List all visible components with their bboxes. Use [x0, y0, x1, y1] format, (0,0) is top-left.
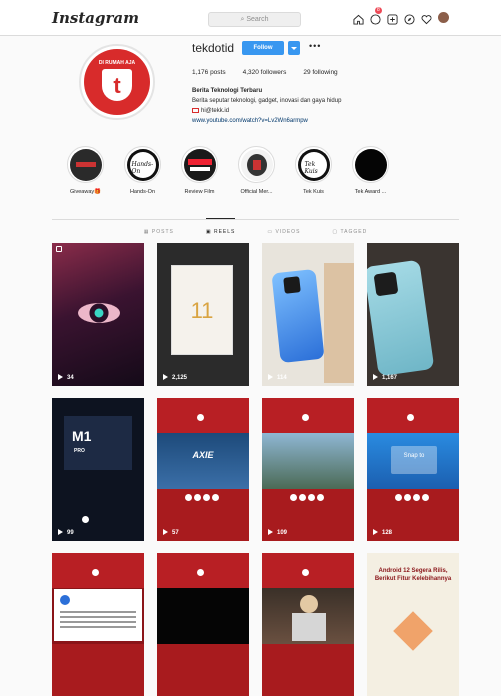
posts-count: 1,176 posts	[192, 69, 226, 76]
reel-tile[interactable]: 11 2,125	[157, 243, 249, 386]
heart-icon[interactable]	[421, 12, 432, 25]
reel-view-count: 109	[268, 529, 287, 536]
profile-stats: 1,176 posts 4,320 followers 29 following	[192, 69, 338, 76]
top-navbar: Instagram ⌕ Search 8	[0, 0, 501, 36]
tab-posts[interactable]: ▦ POSTS	[144, 219, 174, 241]
reel-tile[interactable]: AXIE 57	[157, 398, 249, 541]
reel-view-count: 2,125	[163, 374, 187, 381]
android-title-text: Android 12 Segera Rilis, Berikut Fitur K…	[374, 568, 452, 582]
avatar-caption: DI RUMAH AJA	[98, 60, 136, 66]
highlight-review-film[interactable]: Review Film	[178, 146, 221, 195]
highlight-label: Tek Award ...	[354, 189, 387, 195]
reel-tile[interactable]: 109	[262, 398, 354, 541]
reel-view-count: 114	[268, 374, 287, 381]
reel-tile[interactable]: 1,167	[367, 243, 459, 386]
profile-tabs: ▦ POSTS ▣ REELS ▭ VIDEOS ▢ TAGGED	[52, 218, 459, 241]
highlight-label: Hands-On	[129, 189, 156, 195]
more-options-icon[interactable]: •••	[309, 41, 321, 51]
reels-grid: 34 11 2,125 114 1,167 M1 PRO 99 AXIE 57	[52, 243, 459, 696]
messenger-icon[interactable]: 8	[370, 7, 382, 25]
bio-link[interactable]: www.youtube.com/watch?v=Lv2Wn6armpw	[192, 116, 341, 126]
bio-name: Berita Teknologi Terbaru	[192, 88, 263, 94]
highlight-hands-on[interactable]: Hands-On Hands-On	[121, 146, 164, 195]
highlight-official-merch[interactable]: Official Mer...	[235, 146, 278, 195]
search-input[interactable]: ⌕ Search	[208, 12, 301, 27]
reel-view-count: 57	[163, 529, 179, 536]
home-icon[interactable]	[353, 12, 364, 25]
highlight-label: Tek Kuis	[303, 189, 324, 195]
highlight-tek-kuis[interactable]: Tek Kuis Tek Kuis	[292, 146, 335, 195]
instagram-logo[interactable]: Instagram	[52, 9, 139, 27]
user-avatar[interactable]	[438, 12, 449, 23]
bio-email: hi@tekk.id	[201, 108, 230, 114]
reel-tile[interactable]: Snap to 128	[367, 398, 459, 541]
reel-tile[interactable]	[52, 553, 144, 696]
tab-videos[interactable]: ▭ VIDEOS	[267, 219, 300, 241]
tab-tagged[interactable]: ▢ TAGGED	[332, 219, 367, 241]
notification-badge: 8	[375, 7, 382, 14]
highlight-label: Review Film	[184, 189, 215, 195]
snap-caption: Snap to	[391, 446, 437, 474]
followers-count[interactable]: 4,320 followers	[243, 69, 287, 76]
m1-logo-text: M1	[72, 428, 92, 444]
reel-view-count: 1,167	[373, 374, 397, 381]
avatar-letter: t	[113, 73, 121, 98]
reel-view-count: 34	[58, 374, 74, 381]
profile-avatar[interactable]: DI RUMAH AJA t	[79, 44, 155, 120]
new-post-icon[interactable]	[387, 12, 398, 25]
reel-tile[interactable]	[157, 553, 249, 696]
phone-box-number: 11	[190, 298, 214, 323]
reel-tile[interactable]: 114	[262, 243, 354, 386]
highlight-giveaway[interactable]: Giveaway🎁	[64, 146, 107, 195]
story-highlights: Giveaway🎁 Hands-On Hands-On Review Film …	[64, 146, 392, 195]
bio-text: Berita seputar teknologi, gadget, inovas…	[192, 98, 342, 104]
following-count[interactable]: 29 following	[303, 69, 337, 76]
highlight-label: Official Mer...	[240, 189, 273, 195]
tab-reels[interactable]: ▣ REELS	[205, 218, 236, 240]
reel-tile[interactable]: M1 PRO 99	[52, 398, 144, 541]
profile-username: tekdotid	[192, 41, 235, 55]
reel-tile[interactable]: 34	[52, 243, 144, 386]
reel-view-count: 128	[373, 529, 392, 536]
reel-icon	[56, 246, 62, 252]
highlight-tek-award[interactable]: Tek Award ...	[349, 146, 392, 195]
mail-icon	[192, 107, 199, 113]
follow-button[interactable]: Follow	[242, 41, 284, 55]
reel-tile[interactable]: Android 12 Segera Rilis, Berikut Fitur K…	[367, 553, 459, 696]
profile-bio: Berita Teknologi Terbaru Berita seputar …	[192, 86, 341, 126]
highlight-label: Giveaway🎁	[70, 189, 101, 195]
m1-sub-text: PRO	[74, 448, 85, 454]
reel-tile[interactable]	[262, 553, 354, 696]
suggested-dropdown-button[interactable]	[288, 41, 300, 55]
reel-view-count: 99	[58, 529, 74, 536]
explore-icon[interactable]	[404, 12, 415, 25]
axie-title-text: AXIE	[192, 450, 214, 460]
